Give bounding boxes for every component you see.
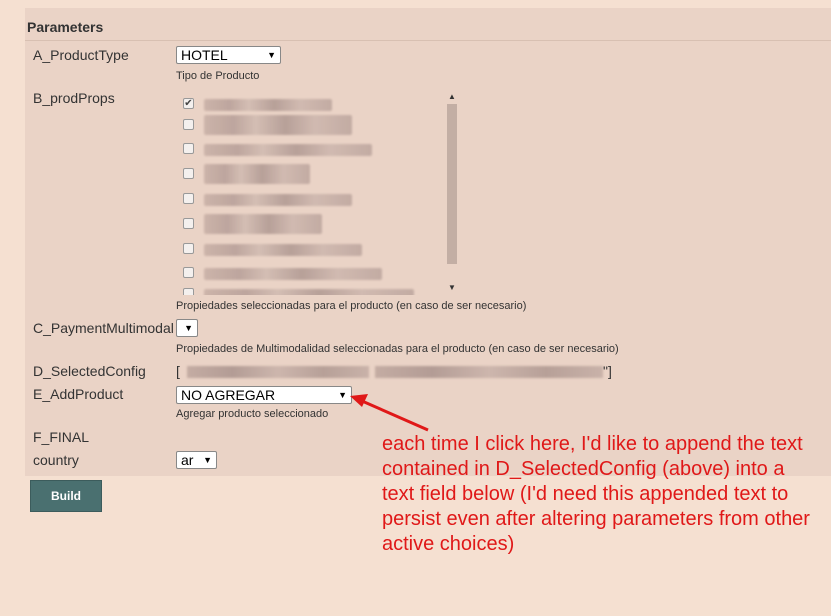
annotation-text: each time I click here, I'd like to appe… (382, 433, 810, 555)
